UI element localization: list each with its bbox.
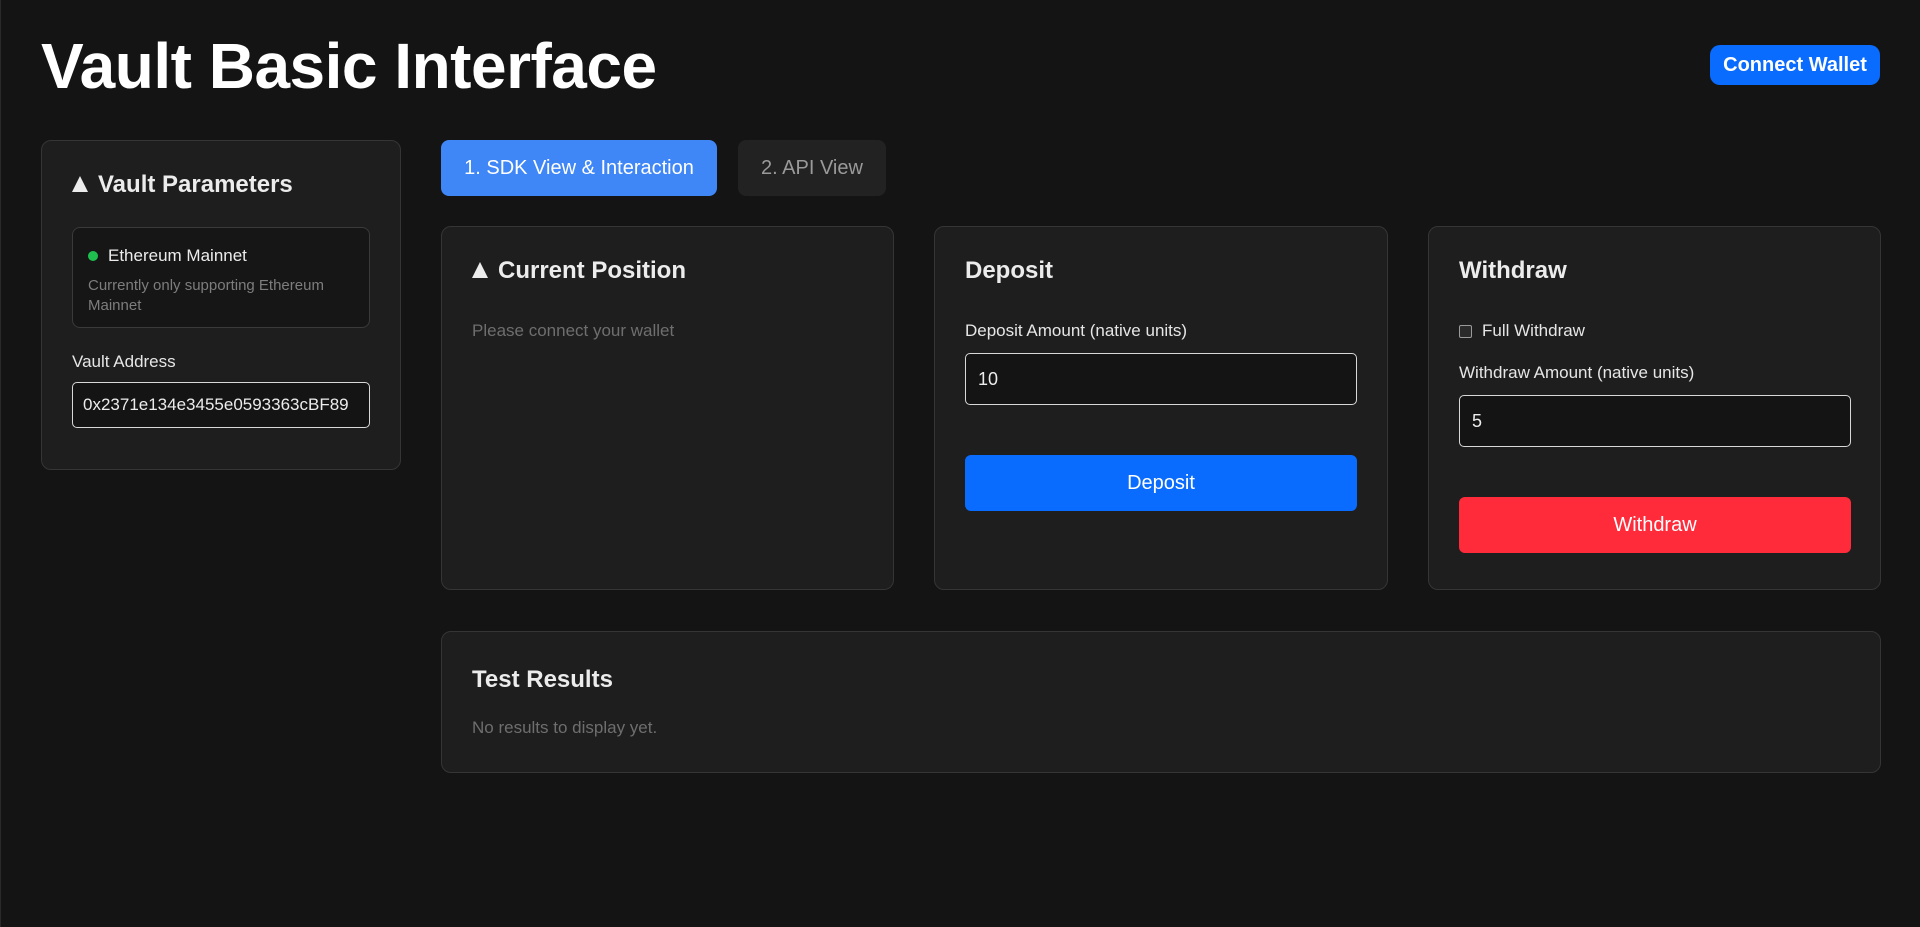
- test-results-title: Test Results: [472, 666, 613, 693]
- vault-address-input[interactable]: 0x2371e134e3455e0593363cBF89: [72, 382, 370, 428]
- withdraw-card: Withdraw Full Withdraw Withdraw Amount (…: [1428, 226, 1881, 590]
- full-withdraw-checkbox[interactable]: [1459, 324, 1472, 338]
- current-position-title: Current Position: [498, 257, 687, 284]
- withdraw-title: Withdraw: [1459, 257, 1567, 284]
- vault-parameters-title: Vault Parameters: [98, 171, 293, 198]
- page-title: Vault Basic Interface: [41, 30, 657, 102]
- vault-address-label: Vault Address: [72, 352, 176, 371]
- full-withdraw-row[interactable]: Full Withdraw: [1459, 321, 1850, 341]
- deposit-amount-input[interactable]: 10: [965, 353, 1357, 405]
- deposit-title: Deposit: [965, 257, 1054, 284]
- deposit-amount-label: Deposit Amount (native units): [965, 321, 1188, 340]
- network-note: Currently only supporting Ethereum Mainn…: [88, 277, 324, 314]
- tab-sdk-view[interactable]: 1. SDK View & Interaction: [441, 140, 717, 196]
- tab-api-view[interactable]: 2. API View: [738, 140, 886, 196]
- results-empty-text: No results to display yet.: [472, 718, 658, 737]
- triangle-icon: [472, 262, 488, 278]
- vault-parameters-heading: Vault Parameters: [72, 171, 370, 199]
- current-position-card: Current Position Please connect your wal…: [441, 226, 894, 590]
- withdraw-amount-label: Withdraw Amount (native units): [1459, 363, 1695, 382]
- withdraw-amount-input[interactable]: 5: [1459, 395, 1851, 447]
- vault-parameters-card: Vault Parameters Ethereum Mainnet Curren…: [41, 140, 401, 470]
- triangle-icon: [72, 176, 88, 192]
- status-dot-icon: [88, 251, 98, 261]
- current-position-heading: Current Position: [472, 257, 863, 285]
- test-results-card: Test Results No results to display yet.: [441, 631, 1881, 773]
- network-name: Ethereum Mainnet: [108, 246, 247, 265]
- full-withdraw-label: Full Withdraw: [1482, 321, 1585, 340]
- deposit-card: Deposit Deposit Amount (native units) 10…: [934, 226, 1388, 590]
- network-info-box: Ethereum Mainnet Currently only supporti…: [72, 227, 370, 328]
- position-empty-text: Please connect your wallet: [472, 321, 675, 340]
- connect-wallet-button[interactable]: Connect Wallet: [1710, 45, 1880, 85]
- withdraw-button[interactable]: Withdraw: [1459, 497, 1851, 553]
- deposit-button[interactable]: Deposit: [965, 455, 1357, 511]
